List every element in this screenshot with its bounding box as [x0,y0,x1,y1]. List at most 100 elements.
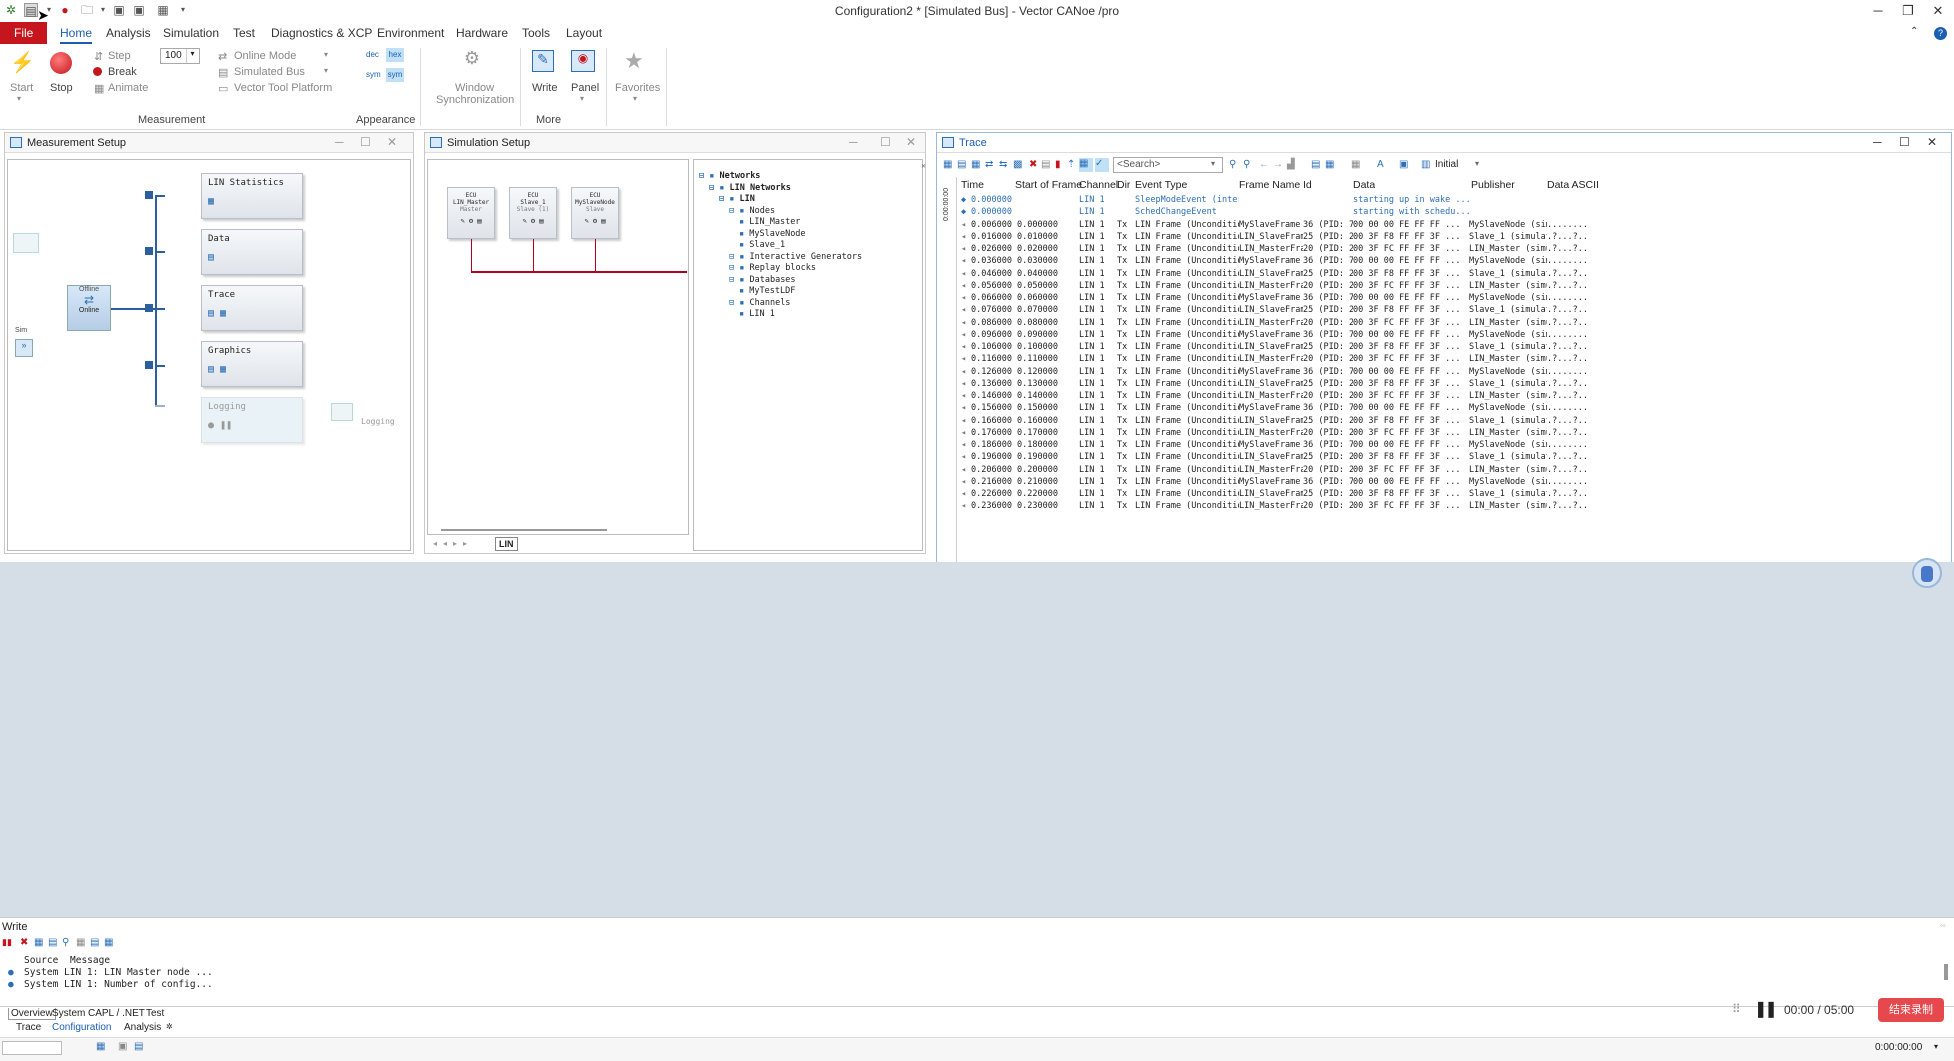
horizontal-scrollbar[interactable] [441,529,607,531]
data-block[interactable]: Data ▤ [201,229,303,275]
start-button[interactable]: Start [10,82,33,94]
stop-trace-icon[interactable]: ▮ [1055,159,1061,170]
trace-row[interactable]: ◂ 0.146000 0.140000 LIN 1 Tx LIN Frame (Uncon… [961,391,1941,403]
status-time-dropdown-icon[interactable]: ▾ [1934,1042,1938,1051]
trace-row[interactable]: ◂ 0.046000 0.040000 LIN 1 Tx LIN Frame (Uncon… [961,269,1941,281]
toolbar-toggle-2[interactable]: ✓ [1095,158,1109,172]
start-dropdown-icon[interactable]: ▾ [17,94,21,103]
lin-bus-line[interactable] [471,271,687,273]
ecu-node-myslavenode[interactable]: ECU MySlaveNode Slave ✎ ⚙ ▤ [571,187,619,239]
animate-button[interactable]: Animate [108,82,148,94]
panel-button[interactable]: Panel [571,82,599,94]
trace-row[interactable]: ◂ 0.216000 0.210000 LIN 1 Tx LIN Frame (Uncon… [961,477,1941,489]
assistant-bubble-icon[interactable] [1912,558,1942,588]
online-offline-switch[interactable]: Offline ⇄ Online [67,285,111,331]
pause-icon[interactable]: ▮▮ [2,937,12,948]
menu-hardware[interactable]: Hardware [456,26,508,40]
write-scrollbar[interactable] [1944,964,1948,980]
menu-tools[interactable]: Tools [522,26,550,40]
tree-item[interactable]: ▪ MySlaveNode [739,229,806,239]
pin-icon[interactable]: ◦◦ [1940,921,1946,930]
tree-item[interactable]: ⊟ ▪ Databases [729,275,796,285]
online-mode-dropdown-icon[interactable]: ▾ [324,50,328,59]
sort-icon[interactable]: ⇡ [1067,159,1075,170]
menu-layout[interactable]: Layout [566,26,602,40]
forward-icon[interactable]: → [1273,159,1283,170]
tab-capl-net[interactable]: CAPL / .NET [88,1008,145,1019]
toolbar-icon-7[interactable]: ▤ [1041,159,1050,170]
column-header[interactable]: Data ASCII [1547,179,1599,191]
export-icon[interactable]: ▦ [1325,159,1334,170]
trace-row[interactable]: ◂ 0.166000 0.160000 LIN 1 Tx LIN Frame (Uncon… [961,416,1941,428]
toolbar-icon-3[interactable]: ▦ [971,159,980,170]
tab-analysis[interactable]: Analysis [124,1022,161,1033]
window-sync-label-2[interactable]: Synchronization [436,94,514,106]
search-dropdown-icon[interactable]: ▾ [1211,159,1215,168]
write-button[interactable]: Write [532,82,557,94]
trace-row[interactable]: ◂ 0.226000 0.220000 LIN 1 Tx LIN Frame (Uncon… [961,489,1941,501]
close-button[interactable]: ✕ [1923,0,1953,22]
toolbar-icon-2[interactable]: ▤ [957,159,966,170]
trace-row[interactable]: ◆ 0.000000 LIN 1 SchedChangeEvent starting w… [961,207,1941,219]
status-icon-3[interactable]: ▤ [134,1041,143,1052]
trace-block[interactable]: Trace ▤ ▦ [201,285,303,331]
tree-item[interactable]: ▪ MyTestLDF [739,286,795,296]
menu-diagnostics[interactable]: Diagnostics & XCP [271,26,372,40]
column-header[interactable]: Dir [1117,179,1130,191]
minimize-button[interactable]: ─ [1863,0,1893,22]
trace-row[interactable]: ◂ 0.096000 0.090000 LIN 1 Tx LIN Frame (Uncon… [961,330,1941,342]
copy-icon[interactable]: ▦ [34,937,43,948]
close-tree-icon[interactable]: ✕ [921,163,926,170]
status-icon-2[interactable]: ▣ [118,1041,127,1052]
find-icon[interactable]: ⚲ [62,937,69,948]
vector-tool-platform-button[interactable]: Vector Tool Platform [234,82,332,94]
tab-configuration[interactable]: Configuration [52,1022,111,1033]
trace-row[interactable]: ◂ 0.066000 0.060000 LIN 1 Tx LIN Frame (Uncon… [961,293,1941,305]
minimize-button[interactable]: ─ [1873,135,1882,149]
close-button[interactable]: ✕ [906,135,916,149]
find-next-icon[interactable]: ⚲ [1229,159,1236,170]
restore-button[interactable]: ❐ [1893,0,1923,22]
node-handle[interactable] [145,361,153,369]
step-button[interactable]: Step [108,50,131,62]
tree-item[interactable]: ⊟ ▪ Replay blocks [729,263,816,273]
tree-item[interactable]: ⊟ ▪ Channels [729,298,790,308]
trace-row[interactable]: ◂ 0.116000 0.110000 LIN 1 Tx LIN Frame (Uncon… [961,354,1941,366]
find-prev-icon[interactable]: ⚲ [1243,159,1250,170]
hex-toggle[interactable]: hex [386,48,404,62]
layout-icon[interactable]: ▤ [1311,159,1320,170]
simulated-bus-dropdown-icon[interactable]: ▾ [324,66,328,75]
logging-block[interactable]: Logging ● ❚❚ [201,397,303,443]
dec-toggle[interactable]: dec [366,50,379,59]
tab-test[interactable]: Test [146,1008,164,1019]
toolbar-icon-4[interactable]: ⇄ [985,159,993,170]
column-header[interactable]: Start of Frame [1015,179,1082,191]
column-header[interactable]: Event Type [1135,179,1187,191]
options-icon[interactable]: ▦ [76,937,85,948]
tab-trace[interactable]: Trace [16,1022,41,1033]
online-mode-button[interactable]: Online Mode [234,50,296,62]
trace-row[interactable]: ◂ 0.076000 0.070000 LIN 1 Tx LIN Frame (Uncon… [961,305,1941,317]
tab-pin-icon[interactable]: ✲ [166,1022,173,1031]
graphics-block[interactable]: Graphics ▤ ▦ [201,341,303,387]
node-handle[interactable] [145,304,153,312]
pause-recording-icon[interactable]: ❚❚ [1754,999,1778,1019]
tree-item[interactable]: ⊟ ▪ Networks [699,171,760,181]
trace-row[interactable]: ◂ 0.206000 0.200000 LIN 1 Tx LIN Frame (Uncon… [961,465,1941,477]
clear-icon[interactable]: ✖ [20,937,28,948]
stop-button[interactable]: Stop [50,82,73,94]
trace-row[interactable]: ◂ 0.126000 0.120000 LIN 1 Tx LIN Frame (Uncon… [961,367,1941,379]
tree-item[interactable]: ▪ Slave_1 [739,240,785,250]
back-icon[interactable]: ← [1259,159,1269,170]
tab-lin[interactable]: LIN [495,537,518,551]
tree-item[interactable]: ⊟ ▪ Nodes [729,206,775,216]
column-header[interactable]: Channel [1079,179,1118,191]
export-icon[interactable]: ▦ [104,937,113,948]
tab-overview[interactable]: Overview [8,1008,56,1020]
maximize-button[interactable]: ☐ [1899,135,1910,149]
trace-row[interactable]: ◂ 0.176000 0.170000 LIN 1 Tx LIN Frame (Uncon… [961,428,1941,440]
speed-dropdown-icon[interactable]: ▾ [186,49,198,63]
trace-row[interactable]: ◂ 0.016000 0.010000 LIN 1 Tx LIN Frame (Uncon… [961,232,1941,244]
trace-row[interactable]: ◂ 0.136000 0.130000 LIN 1 Tx LIN Frame (Uncon… [961,379,1941,391]
node-handle[interactable] [145,191,153,199]
